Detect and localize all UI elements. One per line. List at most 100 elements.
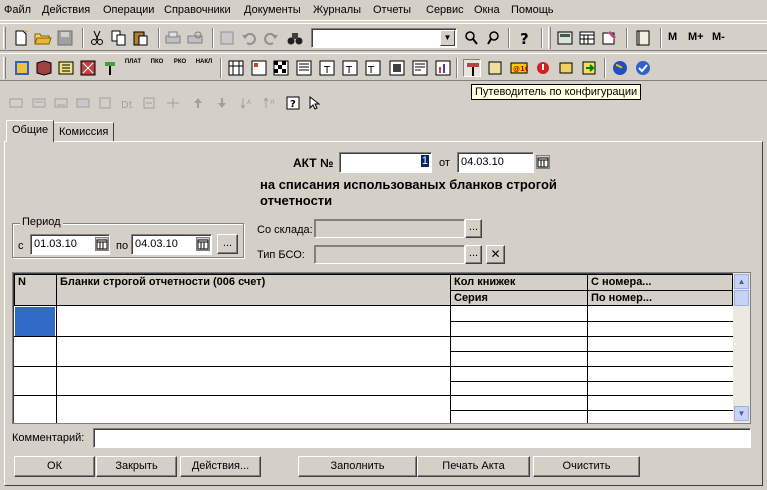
fill-button[interactable]: Заполнить [298,456,417,477]
move-up-icon[interactable] [190,95,206,111]
scroll-down-icon[interactable]: ▼ [734,406,749,421]
column-header-qty[interactable]: Кол книжек [450,274,588,291]
column-header-from-number[interactable]: С номера... [587,274,733,291]
analysis-report-icon[interactable]: T [341,59,359,77]
column-header-blanks[interactable]: Бланки строгой отчетности (006 счет) [56,274,451,306]
configuration-guide-icon[interactable] [463,59,481,77]
redo-icon[interactable] [262,29,280,47]
menu-reports[interactable]: Отчеты [373,4,411,16]
selected-cell[interactable] [15,307,55,336]
checkerboard-report-icon[interactable] [272,59,290,77]
table-vertical-scrollbar[interactable]: ▲ ▼ [733,273,750,423]
operations-journal-icon[interactable] [35,59,53,77]
add-row-icon[interactable] [8,95,24,111]
print-icon[interactable] [164,29,182,47]
menu-windows[interactable]: Окна [474,4,500,16]
find-prev-icon[interactable] [485,29,503,47]
paste-icon[interactable] [132,29,150,47]
mark-delete-icon[interactable] [97,95,113,111]
tab-general[interactable]: Общие [6,120,55,142]
sort-asc-icon[interactable]: A [239,95,255,111]
column-header-to-number[interactable]: По номер... [587,290,733,306]
comment-input[interactable] [93,428,751,448]
cash-receipt-icon[interactable]: ПКО [148,59,166,77]
accounts-chart-icon[interactable] [13,59,31,77]
menu-operations[interactable]: Операции [103,4,154,16]
summary-report-icon[interactable] [411,59,429,77]
1c-icon[interactable]: @1C [510,59,528,77]
memory-add-button[interactable]: M+ [688,31,704,43]
warehouse-select-button[interactable]: ... [465,219,482,238]
print-preview-icon[interactable] [186,29,204,47]
copy-icon[interactable] [110,29,128,47]
help-question-icon[interactable]: ? [515,29,533,47]
act-date-input[interactable]: 04.03.10 [457,152,534,173]
menu-documents[interactable]: Документы [244,4,301,16]
save-icon[interactable] [56,29,74,47]
scrollbar-thumb[interactable] [734,290,749,306]
book-icon[interactable] [634,29,652,47]
whats-this-icon[interactable] [307,95,323,111]
check-icon[interactable] [634,59,652,77]
sort-desc-icon[interactable]: Я [262,95,278,111]
warehouse-input[interactable] [314,219,465,238]
balance-sheet-icon[interactable] [250,59,268,77]
calendar-icon[interactable] [536,155,550,169]
chart-report-icon[interactable] [434,59,452,77]
hint-icon[interactable] [557,59,575,77]
clear-button[interactable]: Очистить [533,456,640,477]
turnover-report-icon[interactable]: T [318,59,336,77]
payment-order-icon[interactable]: ПЛАТ [124,59,142,77]
undo-icon[interactable] [240,29,258,47]
print-act-button[interactable]: Печать Акта [417,456,530,477]
next-icon[interactable] [580,59,598,77]
ok-button[interactable]: ОК [14,456,95,477]
tab-commission[interactable]: Комиссия [53,122,115,142]
scroll-up-icon[interactable]: ▲ [734,274,749,289]
globe-icon[interactable] [611,59,629,77]
calculator-icon[interactable] [556,29,574,47]
post-icon[interactable]: Dt [119,95,135,111]
invoice-icon[interactable]: НАКЛ [195,59,213,77]
alert-icon[interactable] [534,59,552,77]
period-select-button[interactable]: ... [217,234,238,254]
account-card-icon[interactable] [295,59,313,77]
search-combo[interactable]: ▼ [311,28,457,48]
calendar-icon[interactable] [196,237,210,251]
find-binoculars-icon[interactable] [286,29,304,47]
copy-row-icon[interactable] [31,95,47,111]
menu-service[interactable]: Сервис [426,4,464,16]
menu-help[interactable]: Помощь [511,4,554,16]
settings-row-icon[interactable] [141,95,157,111]
cash-expense-icon[interactable]: РКО [171,59,189,77]
toolbar-grip[interactable] [3,57,6,79]
blanks-table[interactable]: N Бланки строгой отчетности (006 счет) К… [12,272,751,424]
cut-icon[interactable] [88,29,106,47]
actions-button[interactable]: Действия... [180,456,261,477]
help-icon[interactable]: ? [285,95,301,111]
accounting-icon[interactable] [486,59,504,77]
notepad-icon[interactable] [600,29,618,47]
insert-row-icon[interactable] [165,95,181,111]
clear-icon[interactable]: ✕ [486,245,505,264]
column-header-n[interactable]: N [14,274,57,306]
menu-actions[interactable]: Действия [42,4,90,16]
calendar-icon[interactable] [95,237,109,251]
memory-subtract-button[interactable]: M- [712,31,725,43]
properties-icon[interactable] [218,29,236,47]
new-document-icon[interactable] [12,29,30,47]
journal-order-icon[interactable] [388,59,406,77]
bso-type-input[interactable] [314,245,465,264]
edit-row-icon[interactable] [53,95,69,111]
subconto-report-icon[interactable]: T [364,59,382,77]
report-table-icon[interactable] [227,59,245,77]
memory-button[interactable]: M [668,31,677,43]
toolbar-grip[interactable] [548,27,551,49]
calendar-icon[interactable] [578,29,596,47]
tools-icon[interactable] [101,59,119,77]
menu-journals[interactable]: Журналы [313,4,361,16]
documents-journal-icon[interactable] [79,59,97,77]
column-header-series[interactable]: Серия [450,290,588,306]
toolbar-grip[interactable] [3,27,6,49]
bso-type-select-button[interactable]: ... [465,245,482,264]
